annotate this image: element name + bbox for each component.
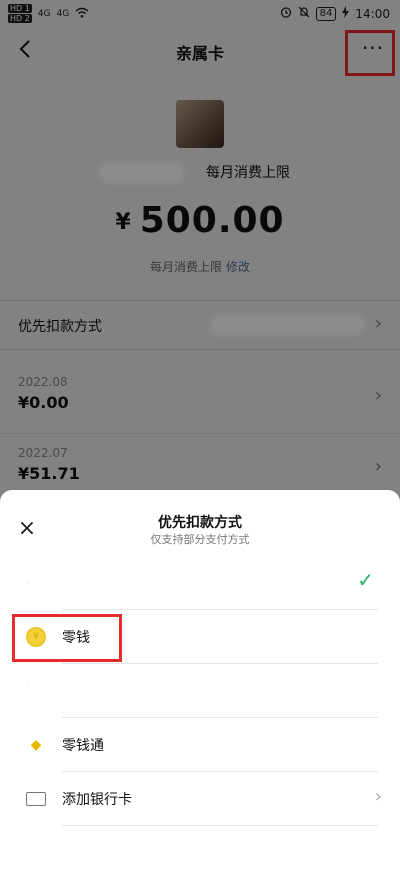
- sheet-subtitle: 仅支持部分支付方式: [150, 533, 250, 546]
- bank-card-icon: [26, 792, 46, 806]
- check-icon: ✓: [357, 568, 374, 592]
- option-add-bank-card[interactable]: 添加银行卡 ›: [0, 772, 400, 826]
- lingqiantong-diamond-icon: ◆: [30, 737, 42, 753]
- chevron-right-icon: ›: [374, 786, 382, 807]
- option-icon: ·: [26, 578, 29, 588]
- option-label: 添加银行卡: [62, 792, 132, 808]
- option-selected[interactable]: · ✓: [0, 556, 400, 610]
- payment-method-sheet: × 优先扣款方式 仅支持部分支付方式 · ✓ ¥ 零钱 · ◆ 零钱通 添加银行…: [0, 490, 400, 888]
- sheet-title: 优先扣款方式: [158, 515, 242, 531]
- option-label: 零钱通: [62, 738, 104, 754]
- option-lingqiantong[interactable]: ◆ 零钱通: [0, 718, 400, 772]
- highlight-frame-change: [12, 614, 122, 662]
- option-blank[interactable]: ·: [0, 664, 400, 718]
- option-icon: ·: [26, 681, 29, 691]
